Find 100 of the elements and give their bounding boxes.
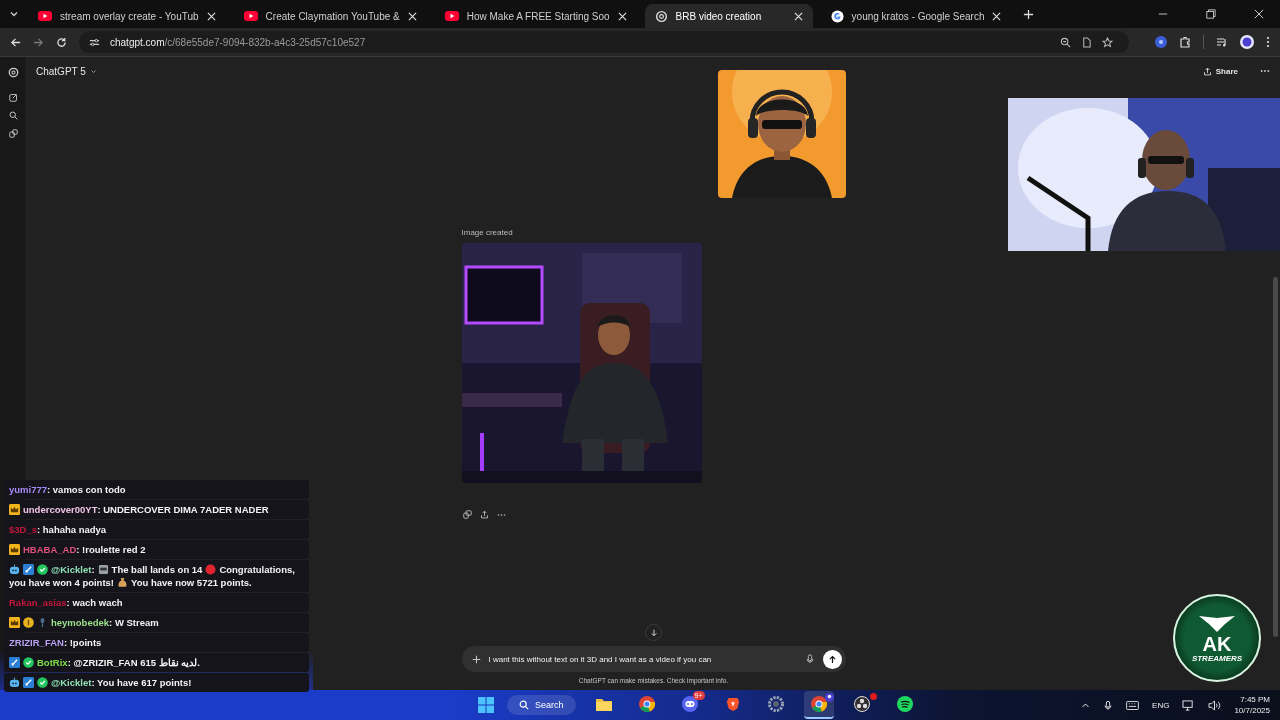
record-logo-icon xyxy=(853,696,870,712)
microphone-icon[interactable] xyxy=(804,654,815,664)
clock-time[interactable]: 7:45 PM xyxy=(1240,694,1270,705)
close-icon[interactable] xyxy=(617,11,627,21)
arrow-up-icon xyxy=(827,654,837,664)
microphone-icon[interactable] xyxy=(1103,699,1114,711)
chat-text: The ball lands on 14 xyxy=(111,563,203,576)
chevron-down-icon[interactable] xyxy=(89,67,97,75)
play-logo-icon xyxy=(444,11,459,21)
logo-initials: AK xyxy=(1202,633,1232,654)
clock-date[interactable]: 10/7/2025 xyxy=(1234,705,1270,716)
search-button[interactable]: Search xyxy=(507,695,576,715)
chat-username: $3D_s xyxy=(9,523,37,536)
close-icon[interactable] xyxy=(407,11,417,21)
sword-badge-icon xyxy=(23,677,34,688)
volume-icon[interactable] xyxy=(1208,699,1222,711)
scroll-down-button[interactable] xyxy=(645,624,662,641)
more-icon[interactable] xyxy=(1260,69,1270,73)
robot-badge-icon xyxy=(9,564,20,575)
verified-badge-icon xyxy=(23,657,34,668)
chat-username: Rakan_asias xyxy=(9,596,67,609)
star-icon[interactable] xyxy=(1102,36,1113,48)
network-icon[interactable] xyxy=(1182,699,1196,711)
dot-icon xyxy=(205,564,217,575)
play-logo-icon xyxy=(38,11,52,21)
eagle-icon xyxy=(1197,613,1237,634)
sword-badge-icon xyxy=(9,657,20,668)
taskbar-app[interactable] xyxy=(803,691,834,719)
close-icon[interactable] xyxy=(206,11,216,21)
message-field[interactable]: I want this without text on it 3D and I want as a video if you can xyxy=(488,654,797,664)
folder-icon xyxy=(595,697,612,711)
lion-logo-icon xyxy=(725,696,740,712)
new-chat-icon[interactable] xyxy=(8,93,18,102)
media-queue-icon[interactable] xyxy=(1216,36,1228,48)
verified-badge-icon xyxy=(37,564,48,575)
share-icon[interactable] xyxy=(479,510,489,519)
tab-title: Create Claymation YouTube & xyxy=(265,10,400,22)
share-icon xyxy=(1202,66,1212,76)
sword-badge-icon xyxy=(23,564,34,575)
logo-word: STREAMERS xyxy=(1191,653,1243,663)
language-indicator[interactable]: ENG xyxy=(1152,700,1170,710)
chat-text: : !roulette red 2 xyxy=(76,543,146,556)
chat-text: : wach wach xyxy=(66,596,123,609)
close-icon[interactable] xyxy=(1254,9,1264,19)
sound-waves-logo-icon xyxy=(896,696,913,712)
knot-logo-icon[interactable] xyxy=(7,67,19,78)
browser-tab[interactable]: BRB video creation xyxy=(644,4,813,28)
send-button[interactable] xyxy=(822,649,842,669)
crown-badge-icon xyxy=(9,504,20,515)
menu-icon[interactable] xyxy=(1266,36,1270,48)
browser-tab[interactable]: Create Claymation YouTube & xyxy=(233,4,427,28)
chat-text: : UNDERCOVER DIMA 7ADER NADER xyxy=(97,503,269,516)
message-composer[interactable]: I want this without text on it 3D and I want as a video if you can xyxy=(461,646,846,672)
page-icon[interactable] xyxy=(1081,36,1092,48)
crown-badge-icon xyxy=(9,544,20,555)
chat-text: : W Stream xyxy=(109,616,159,629)
copy-icon[interactable] xyxy=(462,510,472,519)
share-button[interactable]: Share xyxy=(1198,64,1242,78)
chat-text: : You have 617 points! xyxy=(91,676,192,689)
chat-text: : @ZRIZIR_FAN 615 لديه نقاط. xyxy=(67,656,200,669)
browser-tab[interactable]: stream overlay create - YouTub xyxy=(28,4,226,28)
scrollbar[interactable] xyxy=(1273,277,1278,637)
profile-badge-icon xyxy=(824,693,834,702)
extension-icon[interactable] xyxy=(1155,36,1167,48)
puzzle-icon[interactable] xyxy=(1179,36,1191,48)
browser-tab[interactable]: How Make A FREE Starting Soo xyxy=(434,4,637,28)
forward-arrow-icon[interactable] xyxy=(33,36,44,48)
g-logo-icon xyxy=(830,9,844,23)
address-bar[interactable]: chatgpt.com/c/68e55de7-9094-832b-a4c3-25d57c10e527 xyxy=(79,31,1129,53)
tab-title: stream overlay create - YouTub xyxy=(60,10,199,22)
profile-avatar-icon[interactable] xyxy=(1240,35,1254,49)
restore-icon[interactable] xyxy=(1206,9,1216,19)
chat-text: : xyxy=(91,563,95,576)
start-icon[interactable] xyxy=(478,697,494,713)
crown-badge-icon xyxy=(9,617,20,628)
tab-title: BRB video creation xyxy=(675,10,763,22)
more-icon[interactable] xyxy=(496,512,506,517)
search-icon xyxy=(519,700,529,710)
knot-logo-icon xyxy=(654,9,668,23)
tab-title: young kratos - Google Search xyxy=(851,10,985,22)
back-arrow-icon[interactable] xyxy=(10,36,21,48)
chat-text: : hahaha nadya xyxy=(37,523,107,536)
zoom-out-icon[interactable] xyxy=(1060,36,1071,48)
slot-machine-icon xyxy=(97,564,109,575)
site-settings-icon[interactable] xyxy=(89,36,100,48)
chat-text: : !points xyxy=(63,636,102,649)
new-tab-icon[interactable] xyxy=(1023,8,1035,20)
close-icon[interactable] xyxy=(793,11,803,21)
reload-icon[interactable] xyxy=(56,36,67,48)
library-icon[interactable] xyxy=(8,129,18,138)
search-icon[interactable] xyxy=(8,111,18,120)
chat-text: Congratulations, xyxy=(219,563,295,576)
close-icon[interactable] xyxy=(992,11,1002,21)
browser-tab[interactable]: young kratos - Google Search xyxy=(820,4,1012,28)
keyboard-icon[interactable] xyxy=(1126,700,1140,710)
model-selector[interactable]: ChatGPT 5 xyxy=(36,65,86,77)
browser-logo-icon xyxy=(638,696,655,712)
plus-icon[interactable] xyxy=(471,654,481,664)
arrow-down-icon xyxy=(649,628,658,637)
chat-username: BotRix xyxy=(37,656,68,669)
